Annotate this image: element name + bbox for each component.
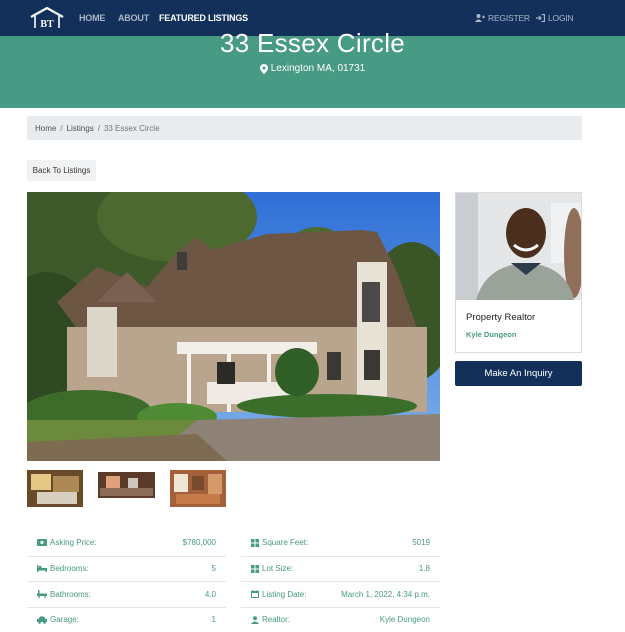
calendar-icon [251, 590, 259, 598]
details-list-left: Asking Price: $780,000 Bedrooms: 5 Bathr… [27, 530, 226, 632]
login-link[interactable]: LOGIN [536, 13, 573, 23]
breadcrumb-separator: / [98, 124, 100, 133]
detail-value: 1 [212, 615, 216, 624]
map-marker-icon [260, 64, 268, 74]
back-to-listings-button[interactable]: Back To Listings [27, 160, 96, 181]
realtor-icon [251, 616, 259, 624]
nav-about[interactable]: ABOUT [118, 13, 149, 23]
detail-label: Bedrooms: [50, 564, 89, 573]
main-listing-photo [27, 192, 440, 461]
login-label: LOGIN [548, 13, 573, 23]
detail-label: Bathrooms: [50, 590, 91, 599]
register-link[interactable]: REGISTER [475, 13, 530, 23]
detail-value: 4.0 [205, 590, 216, 599]
detail-row-garage: Garage: 1 [27, 607, 226, 632]
breadcrumb-separator: / [60, 124, 62, 133]
detail-row-square-feet: Square Feet: 5019 [241, 530, 440, 556]
detail-row-realtor: Realtor: Kyle Dungeon [241, 607, 440, 632]
realtor-card-title: Property Realtor [466, 312, 535, 323]
detail-row-asking-price: Asking Price: $780,000 [27, 530, 226, 556]
nav-featured-listings[interactable]: FEATURED LISTINGS [159, 13, 248, 23]
detail-value: 1.8 [419, 564, 430, 573]
car-icon [37, 616, 47, 624]
breadcrumb-home[interactable]: Home [35, 124, 56, 133]
detail-value: 5 [212, 564, 216, 573]
detail-row-lot-size: Lot Size: 1.8 [241, 556, 440, 582]
breadcrumb-listings[interactable]: Listings [67, 124, 94, 133]
realtor-card: Property Realtor Kyle Dungeon [455, 192, 582, 353]
detail-row-bathrooms: Bathrooms: 4.0 [27, 581, 226, 607]
listing-hero: 33 Essex Circle Lexington MA, 01731 [0, 36, 625, 108]
detail-label: Realtor: [262, 615, 290, 624]
detail-label: Lot Size: [262, 564, 293, 573]
square-feet-icon [251, 539, 259, 547]
listing-location: Lexington MA, 01731 [0, 63, 625, 74]
detail-row-listing-date: Listing Date: March 1, 2022, 4:34 p.m. [241, 581, 440, 607]
listing-title: 33 Essex Circle [0, 26, 625, 60]
listing-thumbnail[interactable] [98, 470, 155, 500]
sign-in-icon [536, 14, 545, 22]
detail-label: Garage: [50, 615, 79, 624]
register-label: REGISTER [488, 13, 530, 23]
detail-value: 5019 [412, 538, 430, 547]
bath-icon [37, 590, 47, 598]
nav-home[interactable]: HOME [79, 13, 105, 23]
money-icon [37, 539, 47, 546]
breadcrumb-current: 33 Essex Circle [104, 124, 160, 133]
detail-value: March 1, 2022, 4:34 p.m. [341, 590, 430, 599]
make-inquiry-button[interactable]: Make An Inquiry [455, 361, 582, 386]
detail-row-bedrooms: Bedrooms: 5 [27, 556, 226, 582]
detail-label: Square Feet: [262, 538, 308, 547]
detail-value: Kyle Dungeon [380, 615, 430, 624]
detail-value: $780,000 [183, 538, 216, 547]
location-text: Lexington MA, 01731 [271, 63, 366, 74]
lot-size-icon [251, 565, 259, 573]
detail-label: Asking Price: [50, 538, 97, 547]
realtor-name: Kyle Dungeon [466, 330, 516, 339]
detail-label: Listing Date: [262, 590, 306, 599]
listing-thumbnail[interactable] [170, 470, 226, 507]
details-list-right: Square Feet: 5019 Lot Size: 1.8 Listing … [241, 530, 440, 632]
bed-icon [37, 565, 47, 572]
listing-thumbnail[interactable] [27, 470, 83, 507]
realtor-photo [456, 193, 581, 300]
breadcrumb: Home / Listings / 33 Essex Circle [27, 116, 582, 140]
user-plus-icon [475, 14, 485, 22]
